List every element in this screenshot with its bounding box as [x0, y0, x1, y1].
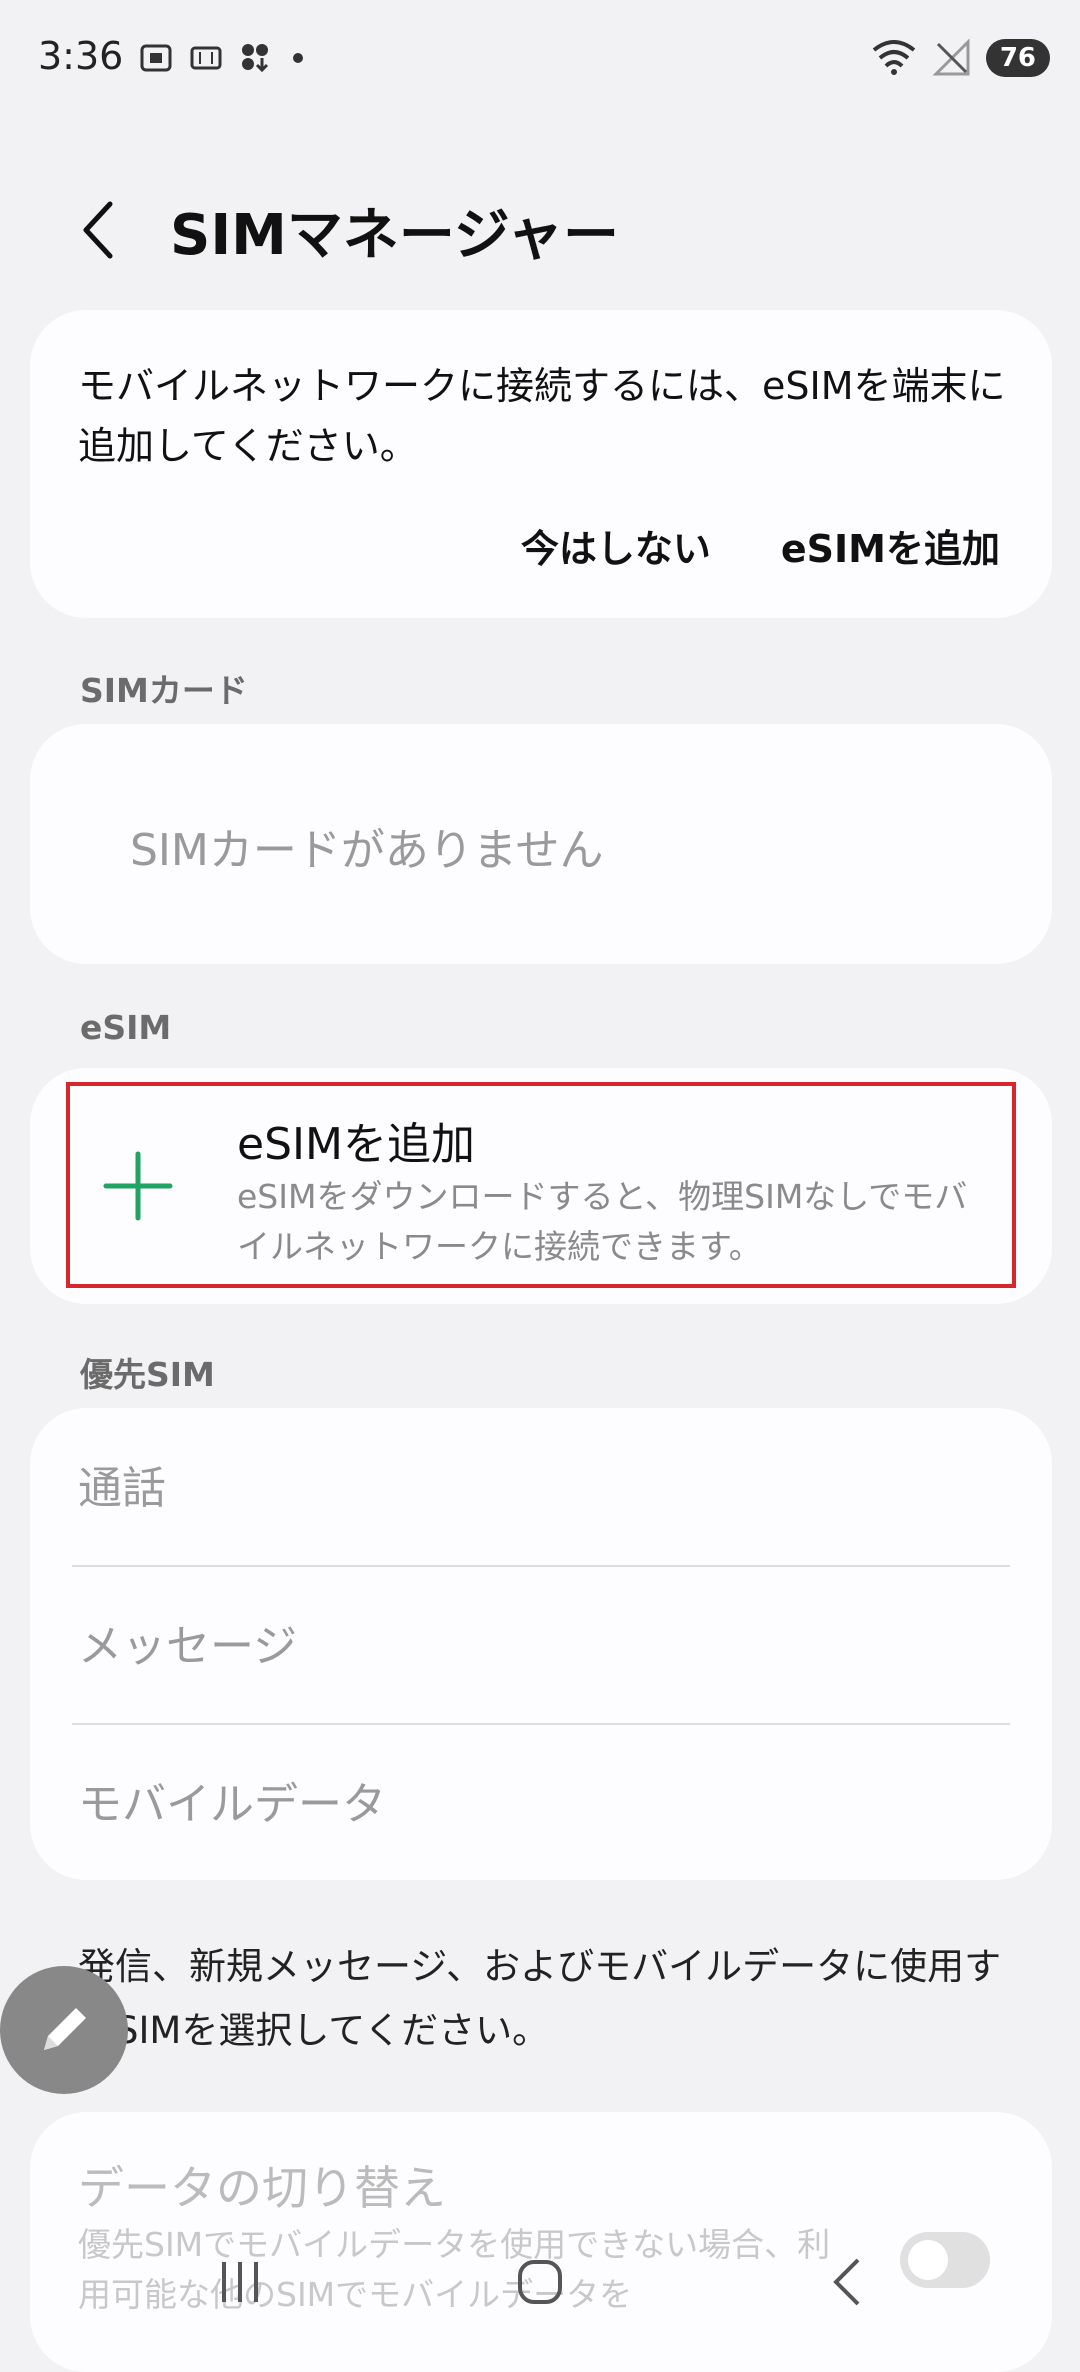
- download-icon: [242, 44, 269, 73]
- preferred-sim-calls[interactable]: 通話: [30, 1408, 1052, 1565]
- sim-card-list: SIMカードがありません: [30, 724, 1052, 964]
- preferred-sim-messages-label: メッセージ: [78, 1621, 298, 1672]
- back-nav-button[interactable]: [818, 2252, 878, 2312]
- esim-list: eSIMを追加 eSIMをダウンロードすると、物理SIMなしでモバイルネットワー…: [30, 1068, 1052, 1304]
- plus-icon: [103, 1151, 173, 1221]
- back-nav-icon: [833, 2258, 860, 2306]
- add-esim-title: eSIMを追加: [237, 1119, 475, 1170]
- page-title: SIMマネージャー: [170, 203, 619, 268]
- no-signal-icon: [932, 38, 970, 76]
- preferred-sim-list: 通話 メッセージ モバイルデータ: [30, 1408, 1052, 1880]
- back-button[interactable]: [70, 190, 130, 270]
- screen-recorder-icon: [190, 46, 222, 70]
- preferred-sim-calls-label: 通話: [78, 1463, 166, 1514]
- notice-actions: 今はしない eSIMを追加: [521, 518, 1000, 573]
- preferred-sim-section-label: 優先SIM: [80, 1355, 215, 1394]
- no-sim-card-text: SIMカードがありません: [130, 825, 604, 876]
- preferred-sim-messages[interactable]: メッセージ: [30, 1566, 1052, 1723]
- esim-section-label: eSIM: [80, 1008, 172, 1047]
- status-bar: 3:36 76: [0, 0, 1080, 120]
- home-icon: [518, 2260, 562, 2304]
- system-icons: 76: [870, 38, 1050, 78]
- app-header: SIMマネージャー: [0, 180, 1080, 280]
- battery-indicator: 76: [985, 39, 1050, 77]
- status-time: 3:36: [38, 34, 124, 78]
- preferred-sim-explanation: 発信、新規メッセージ、およびモバイルデータに使用するSIMを選択してください。: [78, 1945, 1002, 2052]
- add-esim-description: eSIMをダウンロードすると、物理SIMなしでモバイルネットワークに接続できます…: [237, 1177, 968, 1266]
- add-esim-notice-card: モバイルネットワークに接続するには、eSIMを端末に追加してください。 今はしな…: [30, 310, 1052, 618]
- notice-text: モバイルネットワークに接続するには、eSIMを端末に追加してください。: [78, 364, 1006, 468]
- sim-card-section-label: SIMカード: [80, 671, 248, 710]
- wifi-icon: [872, 40, 916, 75]
- navigation-bar: [0, 2210, 1080, 2340]
- data-switching-title: データの切り替え: [78, 2161, 446, 2215]
- screenshot-icon: [140, 44, 172, 72]
- floating-edit-button[interactable]: [0, 1966, 128, 2094]
- preferred-sim-mobile-data-label: モバイルデータ: [78, 1779, 386, 1830]
- add-esim-text-button[interactable]: eSIMを追加: [781, 518, 1000, 573]
- chevron-left-icon: [83, 201, 113, 259]
- not-now-button[interactable]: 今はしない: [521, 518, 711, 573]
- recent-apps-button[interactable]: [210, 2252, 270, 2312]
- notification-icons: [138, 40, 308, 76]
- recent-apps-icon: [222, 2262, 258, 2302]
- home-button[interactable]: [510, 2252, 570, 2312]
- preferred-sim-mobile-data[interactable]: モバイルデータ: [30, 1724, 1052, 1881]
- dot-icon: [293, 53, 303, 63]
- pencil-icon: [44, 2008, 86, 2050]
